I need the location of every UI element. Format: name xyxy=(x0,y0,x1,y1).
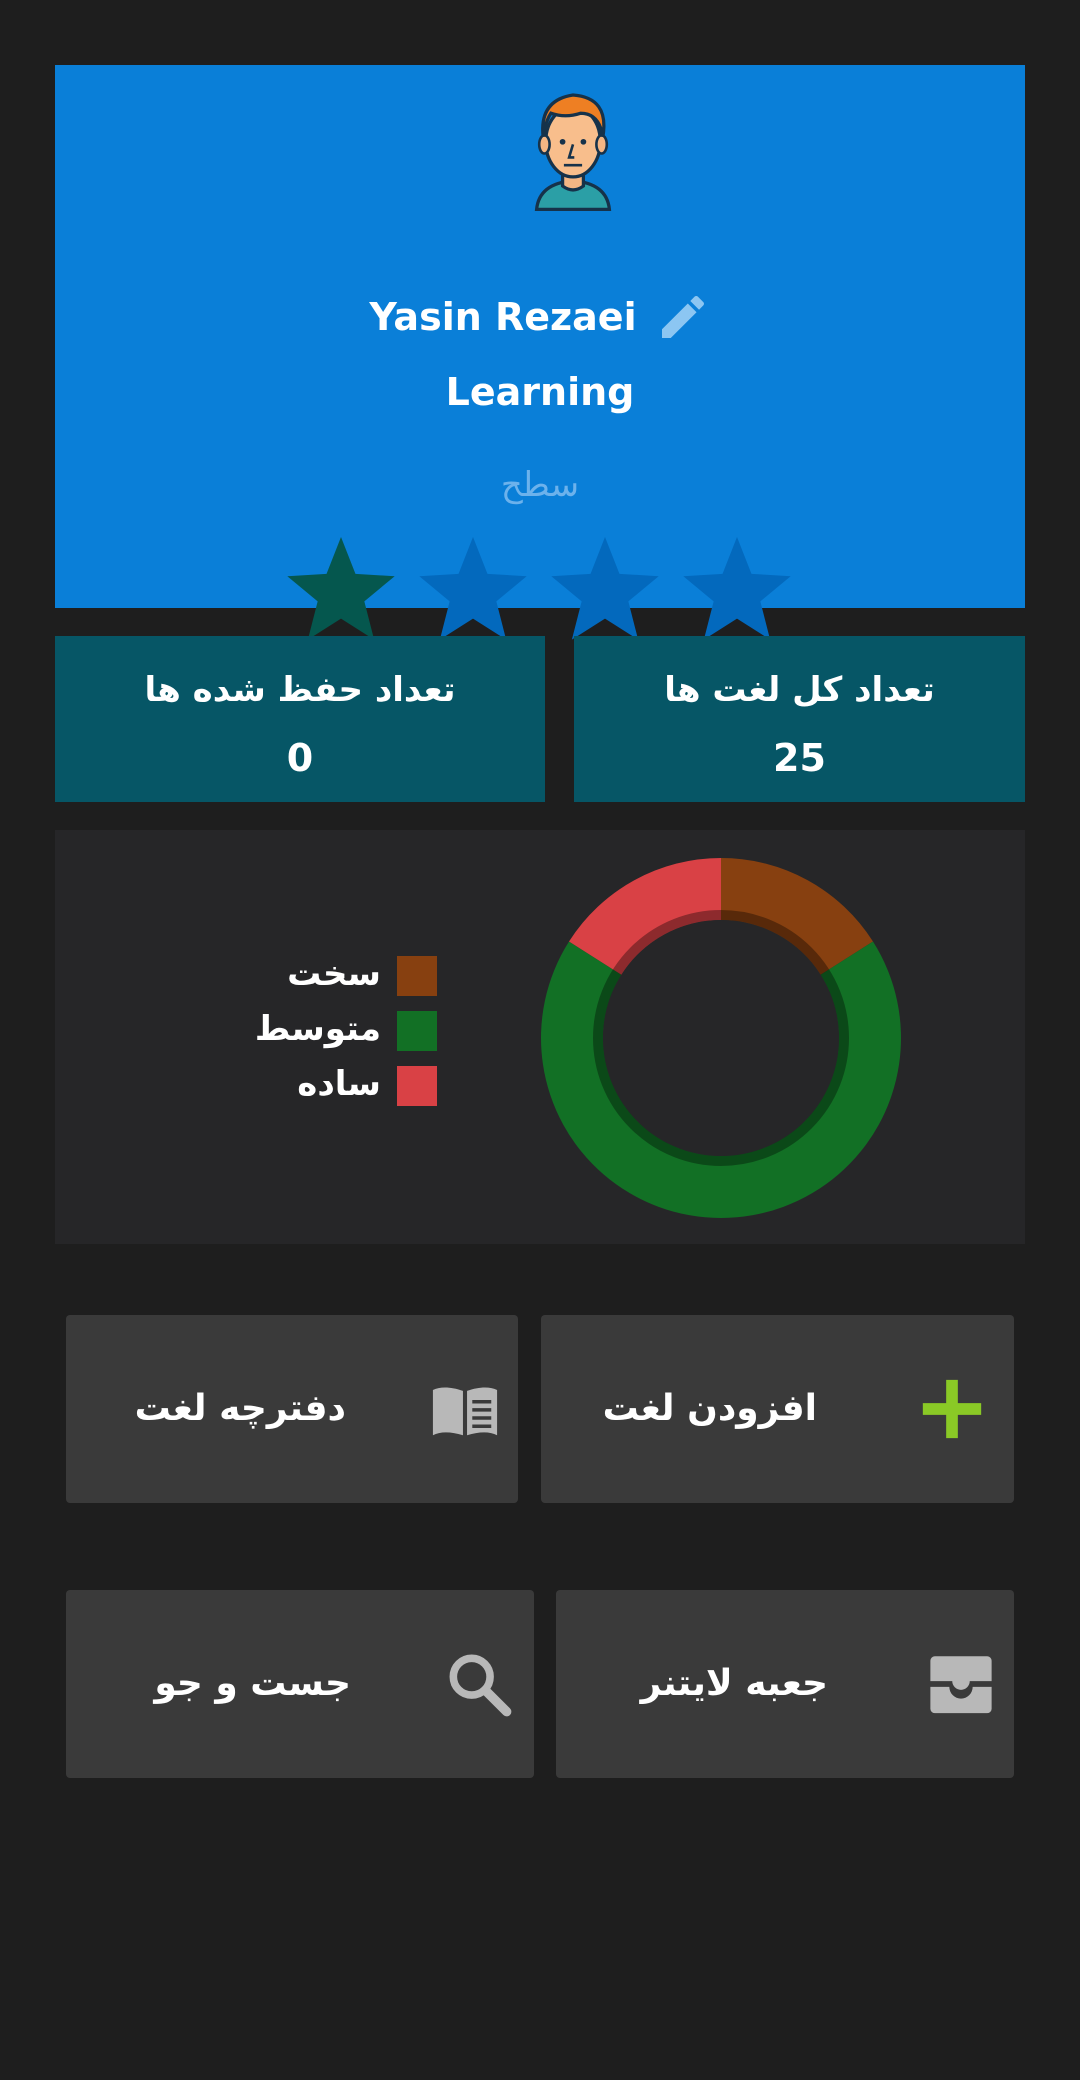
notebook-button[interactable]: دفترچه لغت xyxy=(66,1315,518,1503)
legend-label: ساده xyxy=(297,1064,381,1104)
legend-label: سخت xyxy=(287,954,381,994)
legend-label: متوسط xyxy=(254,1009,381,1049)
user-name: Yasin Rezaei xyxy=(369,295,637,339)
legend-swatch xyxy=(397,1011,437,1051)
memorized-count-value: 0 xyxy=(286,736,314,780)
star-icon xyxy=(551,537,659,640)
user-role: Learning xyxy=(445,370,635,414)
star-icon xyxy=(419,537,527,640)
leitner-box-label: جعبه لایتنر xyxy=(640,1663,828,1704)
donut-hole xyxy=(603,920,839,1156)
difficulty-donut-chart[interactable] xyxy=(535,852,907,1224)
add-word-button[interactable]: افزودن لغت xyxy=(541,1315,1014,1503)
total-words-card: تعداد کل لغت ها 25 xyxy=(574,636,1025,802)
total-words-value: 25 xyxy=(773,736,826,780)
legend-item-easy: ساده xyxy=(55,1064,437,1108)
legend-item-hard: سخت xyxy=(55,954,437,998)
name-row: Yasin Rezaei xyxy=(55,287,1025,347)
user-avatar-icon[interactable] xyxy=(508,82,638,212)
level-label: سطح xyxy=(500,465,580,505)
search-button[interactable]: جست و جو xyxy=(66,1590,534,1778)
profile-card: Yasin Rezaei Learning سطح xyxy=(55,65,1025,640)
plus-icon xyxy=(922,1379,982,1439)
legend-swatch xyxy=(397,956,437,996)
legend-swatch xyxy=(397,1066,437,1106)
memorized-count-card: تعداد حفظ شده ها 0 xyxy=(55,636,545,802)
legend-item-medium: متوسط xyxy=(55,1009,437,1053)
search-icon xyxy=(449,1654,512,1717)
notebook-label: دفترچه لغت xyxy=(134,1388,346,1429)
memorized-count-label: تعداد حفظ شده ها xyxy=(144,670,456,710)
leitner-box-button[interactable]: جعبه لایتنر xyxy=(556,1590,1014,1778)
star-icon xyxy=(287,537,395,640)
add-word-label: افزودن لغت xyxy=(602,1388,817,1429)
level-stars xyxy=(55,530,1025,645)
difficulty-chart-panel: سخت متوسط ساده xyxy=(55,830,1025,1244)
inbox-icon xyxy=(930,1656,992,1714)
star-icon xyxy=(683,537,791,640)
pencil-icon[interactable] xyxy=(655,289,711,345)
total-words-label: تعداد کل لغت ها xyxy=(664,670,935,710)
search-label: جست و جو xyxy=(154,1663,351,1704)
book-icon xyxy=(432,1387,498,1436)
